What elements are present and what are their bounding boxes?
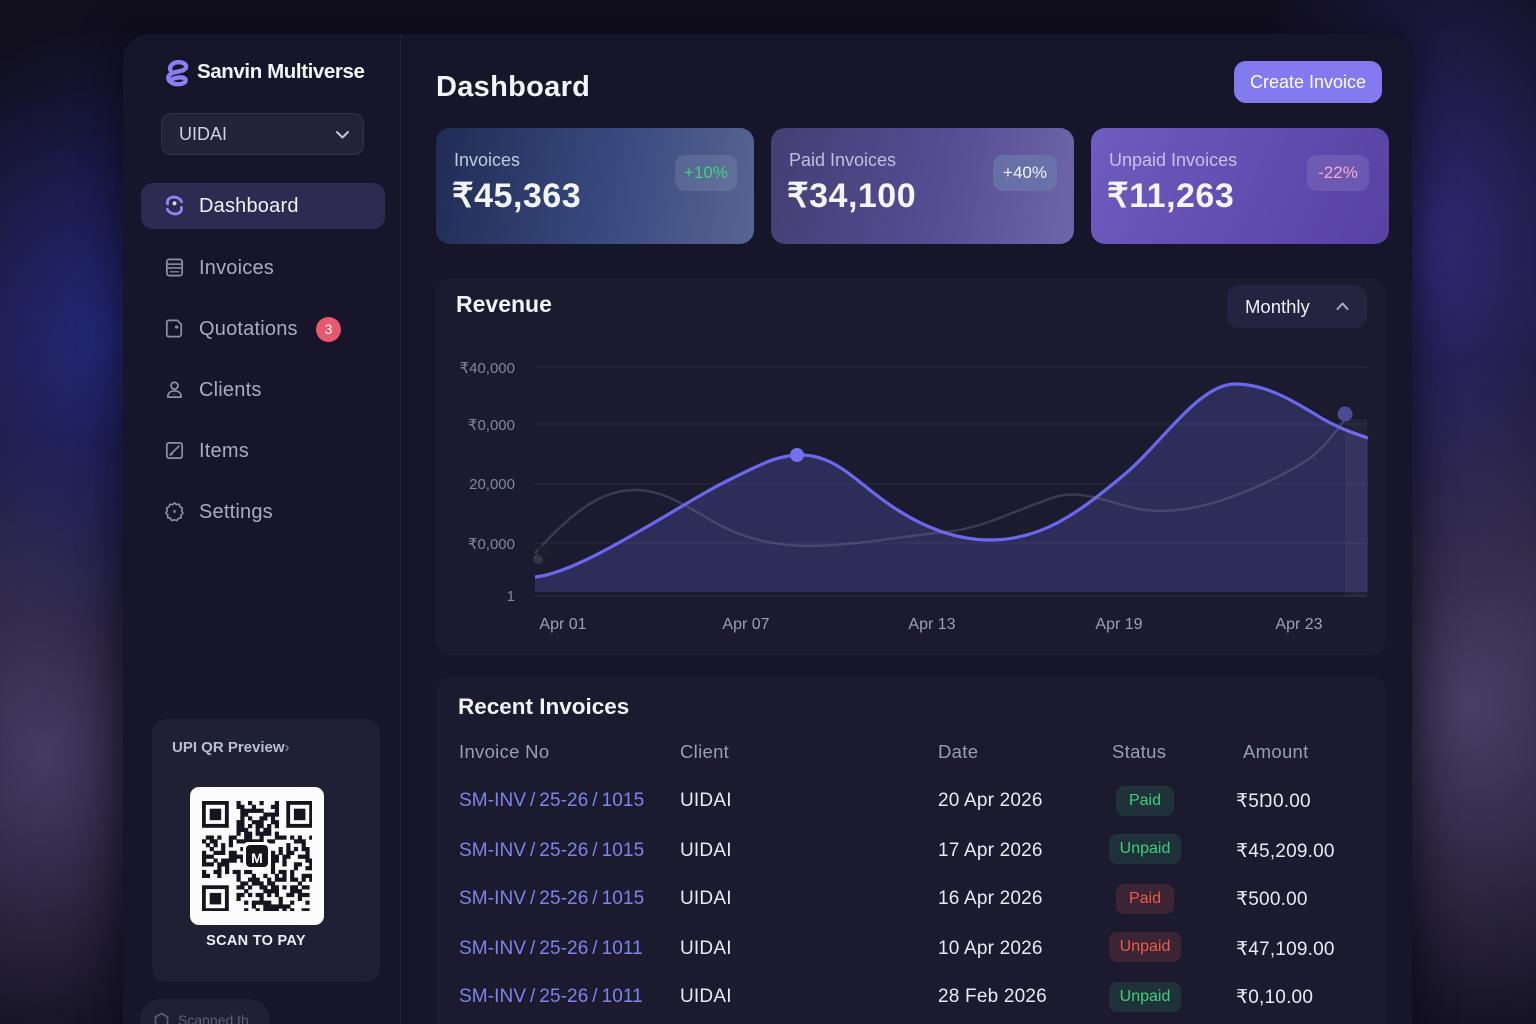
svg-text:M: M <box>251 850 263 866</box>
